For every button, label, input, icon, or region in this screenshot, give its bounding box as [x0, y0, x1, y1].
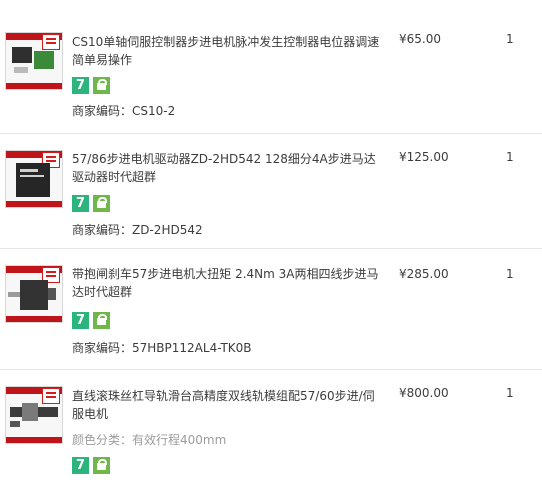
product-title[interactable]: 57/86步进电机驱动器ZD-2HD542 128细分4A步进马达驱动器时代超群	[72, 150, 382, 186]
service-icons: 7	[72, 312, 114, 329]
seven-day-return-icon[interactable]: 7	[72, 312, 89, 329]
consumer-guarantee-icon[interactable]	[93, 77, 110, 94]
merchant-code: 商家编码：ZD-2HD542	[72, 221, 203, 238]
order-item: 带抱闸刹车57步进电机大扭矩 2.4Nm 3A两相四线步进马达时代超群 7 商家…	[0, 249, 542, 363]
unit-price: ¥125.00	[399, 150, 449, 164]
product-title[interactable]: CS10单轴伺服控制器步进电机脉冲发生控制器电位器调速简单易操作	[72, 33, 382, 69]
seven-day-return-icon[interactable]: 7	[72, 195, 89, 212]
merchant-code-value: 57HBP112AL4-TK0B	[132, 341, 252, 355]
service-icons: 7	[72, 195, 114, 212]
sku-label: 颜色分类：	[72, 433, 133, 447]
merchant-code: 商家编码：57HBP112AL4-TK0B	[72, 339, 252, 356]
quantity: 1	[506, 386, 514, 400]
unit-price: ¥65.00	[399, 32, 441, 46]
service-icons: 7	[72, 457, 114, 474]
product-thumbnail[interactable]	[5, 150, 63, 208]
merchant-code-value: CS10-2	[132, 104, 176, 118]
service-icons: 7	[72, 77, 114, 94]
order-item: 57/86步进电机驱动器ZD-2HD542 128细分4A步进马达驱动器时代超群…	[0, 134, 542, 248]
product-thumbnail[interactable]	[5, 386, 63, 444]
seven-day-return-icon[interactable]: 7	[72, 77, 89, 94]
brand-badge-icon	[42, 34, 60, 50]
quantity: 1	[506, 150, 514, 164]
merchant-code-value: ZD-2HD542	[132, 223, 203, 237]
sku-variant: 颜色分类：有效行程400mm	[72, 431, 226, 448]
seven-day-return-icon[interactable]: 7	[72, 457, 89, 474]
order-item: 直线滚珠丝杠导轨滑台高精度双线轨模组配57/60步进/伺服电机 颜色分类：有效行…	[0, 370, 542, 482]
unit-price: ¥285.00	[399, 267, 449, 281]
merchant-code-label: 商家编码：	[72, 341, 133, 355]
product-thumbnail[interactable]	[5, 32, 63, 90]
product-title[interactable]: 直线滚珠丝杠导轨滑台高精度双线轨模组配57/60步进/伺服电机	[72, 387, 382, 423]
brand-badge-icon	[42, 388, 60, 404]
consumer-guarantee-icon[interactable]	[93, 457, 110, 474]
merchant-code: 商家编码：CS10-2	[72, 102, 175, 119]
merchant-code-label: 商家编码：	[72, 223, 133, 237]
quantity: 1	[506, 32, 514, 46]
quantity: 1	[506, 267, 514, 281]
consumer-guarantee-icon[interactable]	[93, 195, 110, 212]
consumer-guarantee-icon[interactable]	[93, 312, 110, 329]
merchant-code-label: 商家编码：	[72, 104, 133, 118]
order-item: CS10单轴伺服控制器步进电机脉冲发生控制器电位器调速简单易操作 7 商家编码：…	[0, 0, 542, 132]
product-title[interactable]: 带抱闸刹车57步进电机大扭矩 2.4Nm 3A两相四线步进马达时代超群	[72, 265, 382, 301]
sku-value: 有效行程400mm	[132, 433, 227, 447]
unit-price: ¥800.00	[399, 386, 449, 400]
product-thumbnail[interactable]	[5, 265, 63, 323]
